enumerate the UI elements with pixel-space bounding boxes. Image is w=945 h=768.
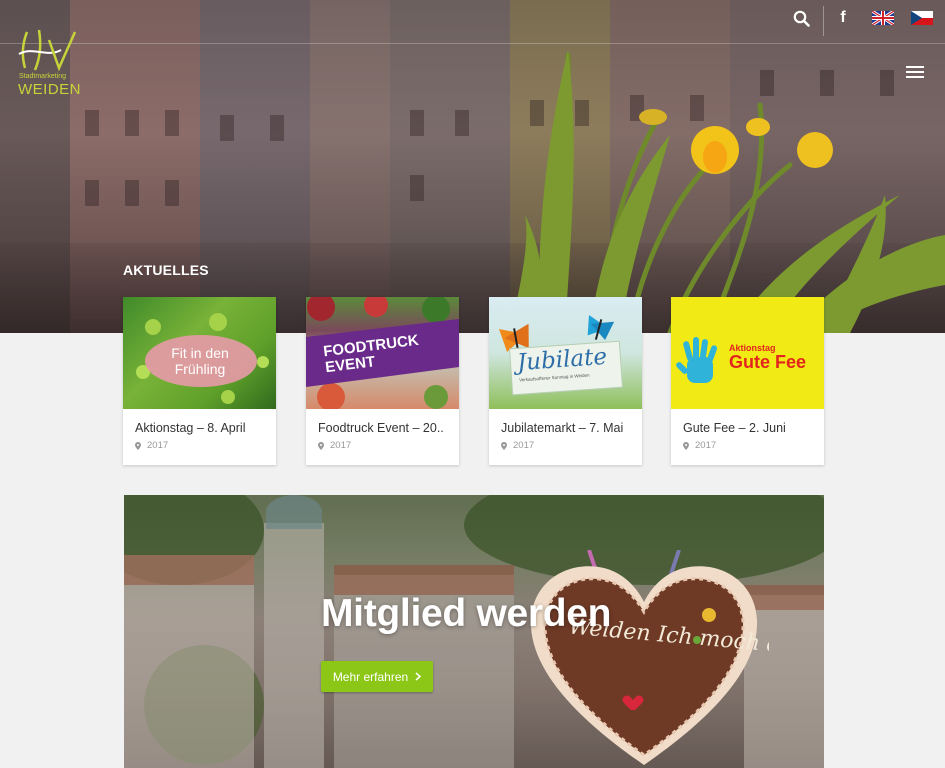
news-card-year: 2017 — [330, 440, 352, 451]
facebook-icon[interactable]: f — [836, 9, 850, 27]
logo-mark-icon — [18, 29, 77, 72]
chevron-right-icon — [415, 672, 422, 681]
daffodil-image — [510, 50, 945, 333]
logo-title: WEIDEN — [18, 81, 81, 98]
news-card[interactable]: Jubilate Verkaufsoffener Sonntag in Weid… — [489, 297, 642, 465]
news-card-year: 2017 — [513, 440, 535, 451]
location-pin-icon — [683, 441, 689, 450]
flag-cz-icon[interactable] — [911, 11, 933, 25]
news-card-meta: 2017 — [683, 440, 716, 451]
thumb-caption: Gute Fee — [729, 352, 807, 372]
news-card[interactable]: FOODTRUCK EVENT Foodtruck Event – 20.. 2… — [306, 297, 459, 465]
gingerbread-heart-image: Weiden Ich moch de — [530, 550, 769, 765]
news-thumbnail: Jubilate Verkaufsoffener Sonntag in Weid… — [489, 297, 642, 409]
news-card-title[interactable]: Gute Fee – 2. Juni — [683, 421, 817, 435]
location-pin-icon — [501, 441, 507, 450]
search-icon[interactable] — [792, 9, 810, 27]
news-section-title: AKTUELLES — [123, 262, 209, 278]
news-thumbnail: Aktionstag Gute Fee — [671, 297, 824, 409]
news-cards: Fit in den Frühling Aktionstag – 8. Apri… — [123, 297, 825, 465]
learn-more-label: Mehr erfahren — [332, 669, 409, 684]
location-pin-icon — [318, 441, 324, 450]
site-logo[interactable]: Stadtmarketing WEIDEN — [17, 28, 81, 100]
thumb-caption: Fit in den Frühling — [171, 345, 229, 377]
hero-banner: f Stadtmarketing WEIDEN AKTUELLES — [0, 0, 945, 333]
news-card-title[interactable]: Aktionstag – 8. April — [135, 421, 269, 435]
news-thumbnail: FOODTRUCK EVENT — [306, 297, 459, 409]
flag-uk-icon[interactable] — [872, 11, 894, 25]
membership-banner: Weiden Ich moch de Mitglied werden Mehr … — [124, 495, 824, 768]
news-card-title[interactable]: Foodtruck Event – 20.. — [318, 421, 452, 435]
membership-heading: Mitglied werden — [321, 592, 612, 635]
news-card-meta: 2017 — [318, 440, 351, 451]
news-card-meta: 2017 — [501, 440, 534, 451]
location-pin-icon — [135, 441, 141, 450]
news-card-year: 2017 — [695, 440, 717, 451]
news-card[interactable]: Fit in den Frühling Aktionstag – 8. Apri… — [123, 297, 276, 465]
news-card[interactable]: Aktionstag Gute Fee Gute Fee – 2. Juni 2… — [671, 297, 824, 465]
menu-icon[interactable] — [906, 66, 924, 79]
news-thumbnail: Fit in den Frühling — [123, 297, 276, 409]
logo-subtitle: Stadtmarketing — [19, 73, 67, 80]
news-card-title[interactable]: Jubilatemarkt – 7. Mai — [501, 421, 635, 435]
news-card-year: 2017 — [147, 440, 169, 451]
news-card-meta: 2017 — [135, 440, 168, 451]
learn-more-button[interactable]: Mehr erfahren — [321, 661, 433, 692]
